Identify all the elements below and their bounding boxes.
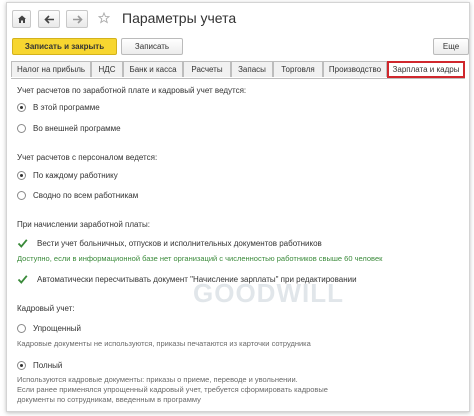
checkmark-icon[interactable]	[17, 274, 28, 285]
star-icon	[98, 12, 110, 24]
radio-selected-icon[interactable]	[17, 360, 26, 370]
save-and-close-button[interactable]: Записать и закрыть	[12, 38, 117, 55]
tab-inventory[interactable]: Запасы	[231, 61, 273, 77]
back-button[interactable]	[38, 10, 60, 28]
accrual-heading: При начислении заработной платы:	[17, 220, 150, 229]
toolbar: Записать и закрыть Записать Еще	[7, 37, 469, 57]
checkbox-label: Вести учет больничных, отпусков и исполн…	[37, 238, 322, 248]
sick-leave-checkbox[interactable]: Вести учет больничных, отпусков и исполн…	[17, 237, 322, 249]
simplified-hint: Кадровые документы не используются, прик…	[17, 339, 311, 348]
home-button[interactable]	[12, 10, 31, 28]
tab-bank-cash[interactable]: Банк и касса	[123, 61, 183, 77]
hr-option-full[interactable]: Полный	[17, 359, 62, 371]
tab-production[interactable]: Производство	[323, 61, 387, 77]
tab-profit-tax[interactable]: Налог на прибыль	[11, 61, 91, 77]
tab-payroll-hr[interactable]: Зарплата и кадры	[387, 61, 465, 78]
option-label: Во внешней программе	[33, 123, 121, 133]
arrow-left-icon	[43, 14, 54, 24]
page-title: Параметры учета	[122, 10, 237, 26]
tab-strip: Налог на прибыль НДС Банк и касса Расчет…	[11, 61, 469, 78]
personnel-option-each-employee[interactable]: По каждому работнику	[17, 169, 118, 181]
save-button[interactable]: Записать	[121, 38, 183, 55]
titlebar: Параметры учета	[7, 3, 469, 33]
personnel-option-summary[interactable]: Сводно по всем работникам	[17, 189, 138, 201]
payroll-settings-panel: Учет расчетов по заработной плате и кадр…	[17, 83, 463, 411]
tabs-divider	[11, 78, 465, 79]
tab-vat[interactable]: НДС	[91, 61, 123, 77]
option-label: Упрощенный	[33, 323, 81, 333]
option-label: По каждому работнику	[33, 170, 118, 180]
payroll-heading: Учет расчетов по заработной плате и кадр…	[17, 86, 247, 95]
hr-option-simplified[interactable]: Упрощенный	[17, 322, 81, 334]
radio-selected-icon[interactable]	[17, 102, 26, 112]
tab-settlements[interactable]: Расчеты	[183, 61, 231, 77]
tab-trade[interactable]: Торговля	[273, 61, 323, 77]
payroll-option-external-program[interactable]: Во внешней программе	[17, 122, 121, 134]
more-button[interactable]: Еще	[433, 38, 469, 55]
settings-window: Параметры учета Записать и закрыть Запис…	[6, 2, 470, 412]
personnel-heading: Учет расчетов с персоналом ведется:	[17, 153, 158, 162]
favorite-button[interactable]	[97, 11, 111, 25]
arrow-right-icon	[72, 14, 83, 24]
home-icon	[17, 15, 26, 23]
option-label: В этой программе	[33, 102, 100, 112]
recalc-checkbox[interactable]: Автоматически пересчитывать документ "На…	[17, 273, 357, 285]
option-label: Сводно по всем работникам	[33, 190, 139, 200]
checkbox-label: Автоматически пересчитывать документ "На…	[37, 274, 357, 284]
full-hint-line-1: Используются кадровые документы: приказы…	[17, 375, 298, 384]
checkmark-icon[interactable]	[17, 238, 28, 249]
radio-unselected-icon[interactable]	[17, 123, 26, 133]
radio-unselected-icon[interactable]	[17, 323, 26, 333]
option-label: Полный	[33, 360, 63, 370]
sick-leave-hint: Доступно, если в информационной базе нет…	[17, 254, 383, 263]
payroll-option-this-program[interactable]: В этой программе	[17, 101, 100, 113]
radio-unselected-icon[interactable]	[17, 190, 26, 200]
radio-selected-icon[interactable]	[17, 170, 26, 180]
full-hint-line-3: документы по сотрудникам, введенным в пр…	[17, 395, 201, 404]
forward-button[interactable]	[66, 10, 88, 28]
hr-heading: Кадровый учет:	[17, 304, 75, 313]
full-hint-line-2: Если ранее применялся упрощенный кадровы…	[17, 385, 328, 394]
